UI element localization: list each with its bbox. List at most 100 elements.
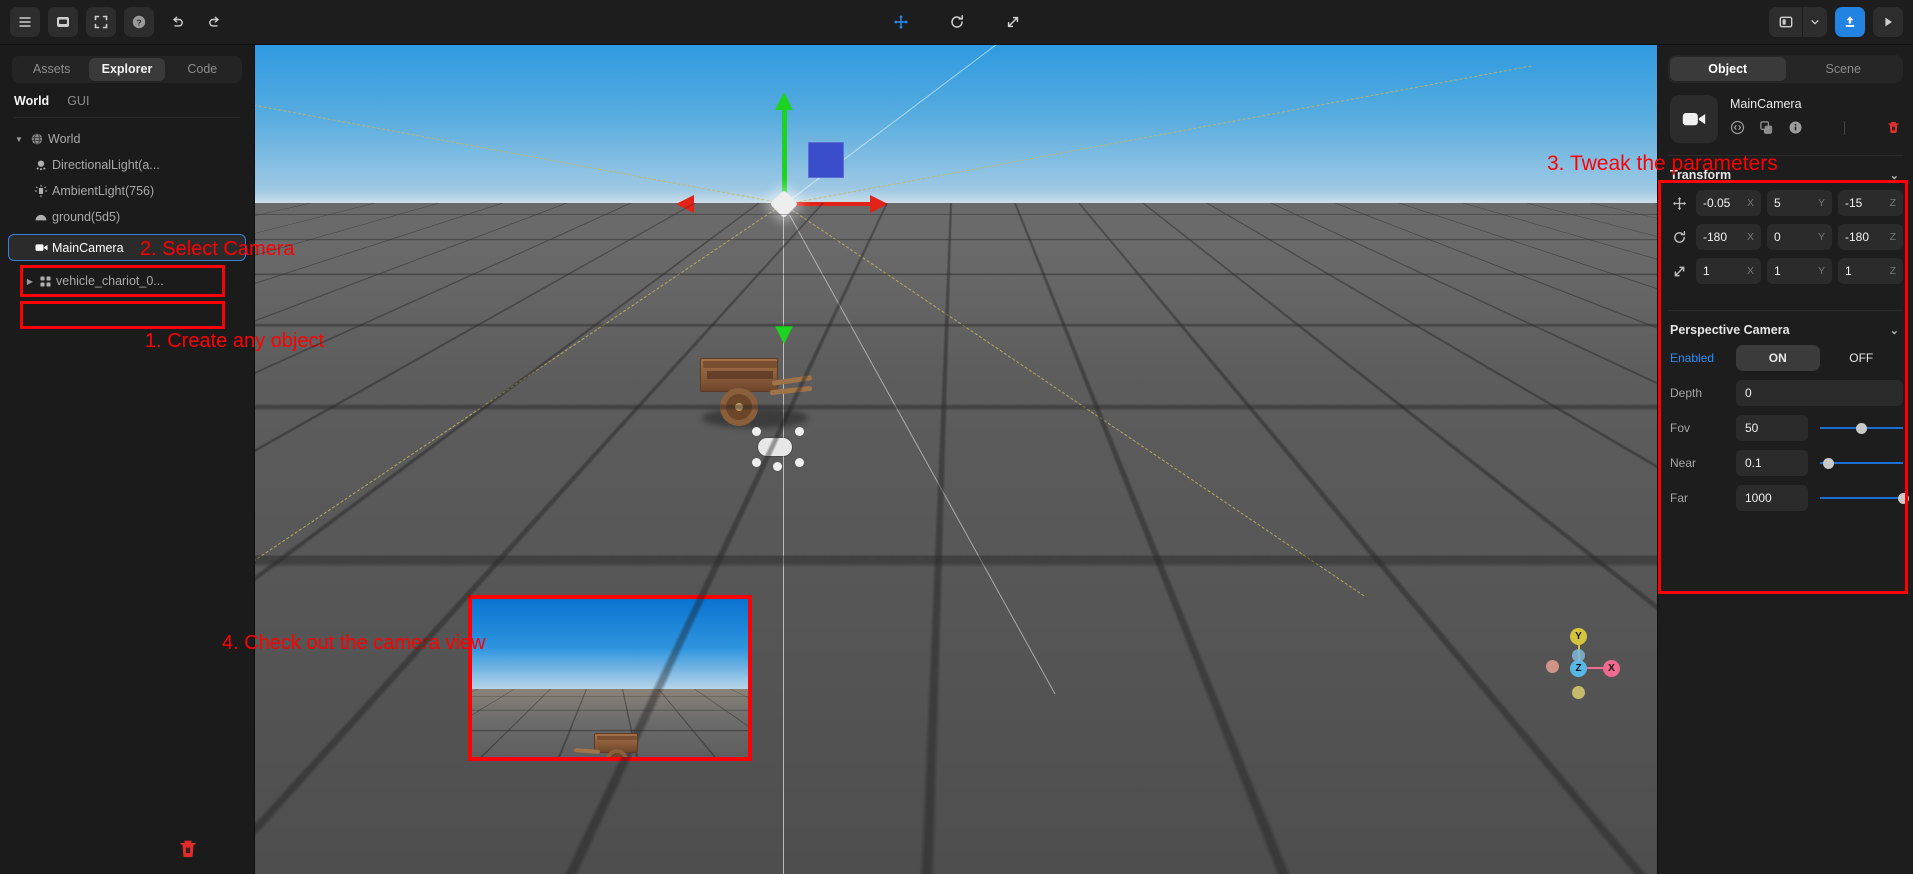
rotate-icon (1668, 230, 1690, 245)
near-slider[interactable] (1820, 450, 1903, 476)
3d-viewport[interactable]: Y X Z (255, 45, 1657, 874)
subtab-gui[interactable]: GUI (67, 94, 89, 108)
undo-icon[interactable] (162, 7, 192, 37)
position-z-input[interactable]: -15 Z (1838, 190, 1903, 216)
rotation-y-input[interactable]: 0 Y (1767, 224, 1832, 250)
enabled-toggle[interactable]: ON OFF (1736, 345, 1903, 371)
tab-explorer[interactable]: Explorer (89, 58, 165, 81)
scale-tool[interactable] (998, 7, 1028, 37)
tree-item-label: World (48, 132, 81, 146)
fov-input[interactable]: 50 (1736, 415, 1808, 441)
far-input[interactable]: 1000 (1736, 485, 1808, 511)
position-y-input[interactable]: 5 Y (1767, 190, 1832, 216)
preview-sky (472, 599, 748, 689)
publish-button[interactable] (1835, 7, 1865, 37)
gizmo-x-arrow[interactable] (870, 195, 888, 213)
delete-icon[interactable] (1886, 120, 1901, 135)
value: -15 (1845, 196, 1863, 210)
axis-gizmo-neg-y-ball[interactable] (1572, 686, 1585, 699)
enabled-on-option[interactable]: ON (1736, 345, 1820, 371)
axis-gizmo-x-ball[interactable]: X (1603, 660, 1620, 677)
slider-knob[interactable] (1898, 493, 1910, 504)
camera-preview-panel[interactable] (468, 595, 752, 761)
axis-label: X (1746, 265, 1754, 277)
transform-section-header[interactable]: Transform ⌄ (1658, 156, 1913, 190)
info-icon[interactable] (1788, 120, 1803, 135)
layout-toggle[interactable] (1769, 7, 1803, 37)
move-icon (1668, 196, 1690, 211)
help-icon[interactable]: ? (124, 7, 154, 37)
tree-item-ground[interactable]: ground(5d5) (8, 204, 246, 230)
axis-gizmo-neg-z-ball[interactable] (1572, 649, 1585, 662)
toolbar-right-group (1769, 7, 1903, 37)
slider-knob[interactable] (1855, 423, 1867, 434)
chevron-down-icon[interactable]: ▼ (12, 135, 26, 144)
gizmo-y-arrow[interactable] (775, 92, 793, 110)
tree-item-directional-light[interactable]: DirectionalLight(a... (8, 152, 246, 178)
tab-assets[interactable]: Assets (14, 58, 89, 81)
duplicate-icon[interactable] (1759, 120, 1774, 135)
axis-gizmo-neg-x-ball[interactable] (1546, 660, 1559, 673)
chevron-right-icon[interactable]: ▶ (12, 277, 33, 286)
inspector-tabs: Object Scene (1668, 55, 1903, 83)
axis-orientation-gizmo[interactable]: Y X Z (1546, 622, 1620, 699)
gizmo-neg-y-arrow[interactable] (775, 326, 793, 344)
chevron-down-icon[interactable]: ⌄ (1890, 169, 1899, 182)
tree-item-world[interactable]: ▼ World (8, 126, 246, 152)
fov-slider[interactable] (1820, 415, 1903, 441)
delete-icon[interactable] (177, 838, 199, 860)
cart-body (700, 358, 778, 392)
cart-rail (703, 361, 777, 368)
tab-scene[interactable]: Scene (1786, 57, 1902, 81)
rotation-x-input[interactable]: -180 X (1696, 224, 1761, 250)
camera-section-title: Perspective Camera (1670, 323, 1790, 337)
tab-object[interactable]: Object (1670, 57, 1786, 81)
gizmo-y-axis[interactable] (781, 106, 787, 204)
menu-icon[interactable] (10, 7, 40, 37)
gizmo-xy-plane[interactable] (808, 142, 844, 178)
move-tool[interactable] (886, 7, 916, 37)
tree-item-vehicle-chariot[interactable]: ▶ vehicle_chariot_0... (8, 268, 246, 294)
camera-frustum-handle[interactable] (758, 438, 792, 456)
enabled-off-option[interactable]: OFF (1820, 345, 1904, 371)
subtab-world[interactable]: World (14, 94, 49, 108)
panel-icon[interactable] (48, 7, 78, 37)
near-input[interactable]: 0.1 (1736, 450, 1808, 476)
chariot-model[interactable] (700, 350, 813, 430)
value: 1 (1703, 264, 1710, 278)
axis-gizmo-z-ball[interactable]: Z (1570, 660, 1587, 677)
handle-dot (752, 427, 761, 436)
tree-item-label: ground(5d5) (52, 210, 121, 224)
rotate-tool[interactable] (942, 7, 972, 37)
scale-x-input[interactable]: 1 X (1696, 258, 1761, 284)
camera-section-header[interactable]: Perspective Camera ⌄ (1658, 311, 1913, 345)
tab-code[interactable]: Code (165, 58, 240, 81)
slider-track (1820, 497, 1903, 499)
rotation-z-input[interactable]: -180 Z (1838, 224, 1903, 250)
axis-label: Z (1889, 265, 1896, 277)
transform-scale-row: 1 X 1 Y 1 Z (1658, 258, 1913, 292)
depth-input[interactable]: 0 (1736, 380, 1903, 406)
tree-item-maincamera[interactable]: MainCamera (8, 234, 246, 261)
axis-gizmo-y-ball[interactable]: Y (1570, 628, 1587, 645)
inspector-panel: Object Scene MainCamera Transform ⌄ -0.0… (1657, 45, 1913, 874)
redo-icon[interactable] (200, 7, 230, 37)
fullscreen-icon[interactable] (86, 7, 116, 37)
chevron-down-icon[interactable]: ⌄ (1890, 324, 1899, 337)
play-button[interactable] (1873, 7, 1903, 37)
script-icon[interactable] (1730, 120, 1745, 135)
action-divider (1844, 120, 1845, 135)
sidebar-subtabs: World GUI (0, 83, 254, 114)
mesh-icon (34, 275, 56, 288)
object-name: MainCamera (1730, 97, 1802, 111)
slider-knob[interactable] (1823, 458, 1835, 469)
object-actions (1728, 120, 1901, 135)
camera-icon (30, 240, 52, 255)
tree-item-ambient-light[interactable]: AmbientLight(756) (8, 178, 246, 204)
chevron-down-icon[interactable] (1803, 7, 1827, 37)
gizmo-neg-x-arrow[interactable] (676, 195, 694, 213)
scale-z-input[interactable]: 1 Z (1838, 258, 1903, 284)
far-slider[interactable] (1820, 485, 1910, 511)
scale-y-input[interactable]: 1 Y (1767, 258, 1832, 284)
position-x-input[interactable]: -0.05 X (1696, 190, 1761, 216)
